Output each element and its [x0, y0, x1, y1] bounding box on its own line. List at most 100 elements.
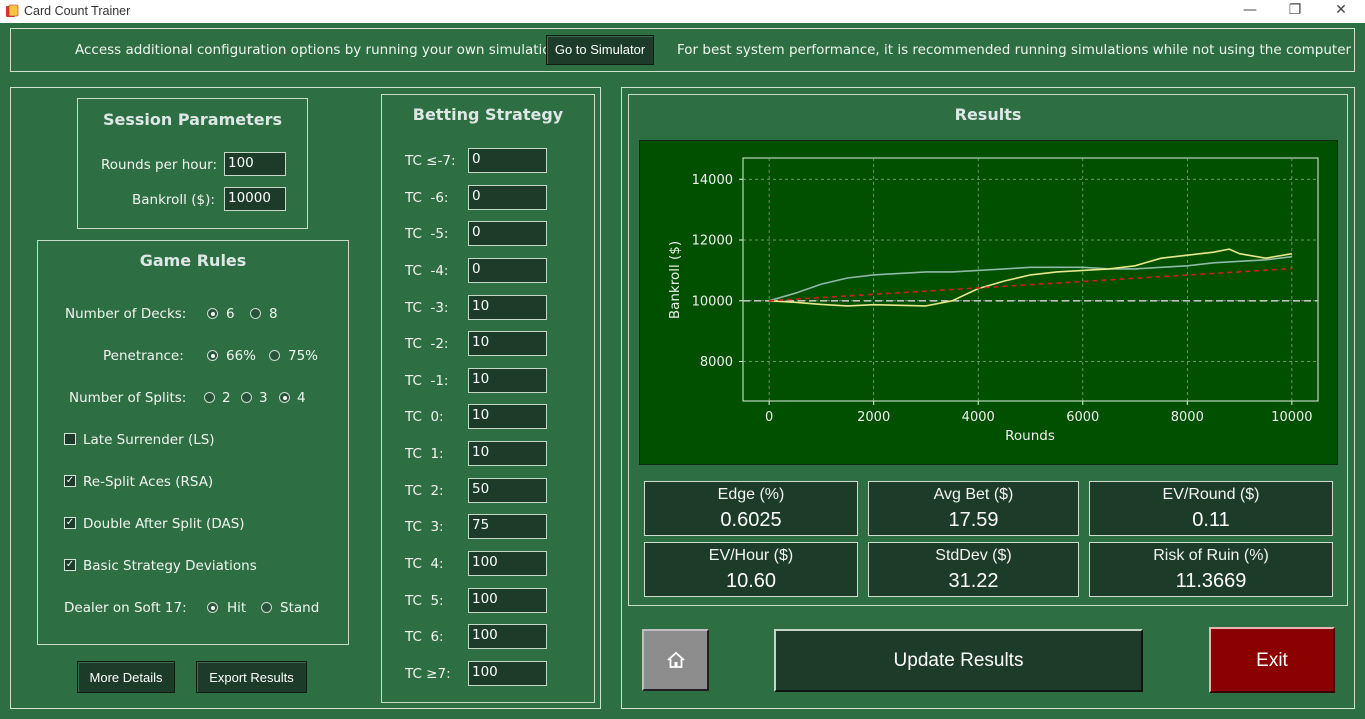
x-tick-label: 0	[765, 410, 773, 425]
penetrance-75-radio[interactable]	[269, 350, 280, 361]
tc-label-5: TC -2:	[405, 336, 449, 352]
more-details-button[interactable]: More Details	[77, 661, 175, 693]
x-tick-label: 4000	[962, 410, 995, 425]
y-axis-label: Bankroll ($)	[667, 241, 683, 319]
update-results-button[interactable]: Update Results	[774, 629, 1143, 692]
tc-label-11: TC 4:	[405, 556, 444, 572]
tc-label-1: TC -6:	[405, 190, 449, 206]
results-title: Results	[954, 105, 1022, 124]
x-tick-label: 10000	[1271, 410, 1312, 425]
double-after-split-label: Double After Split (DAS)	[83, 516, 245, 532]
exit-button[interactable]: Exit	[1209, 627, 1335, 693]
home-icon	[667, 651, 685, 668]
tc-bet-input-11[interactable]: 100	[468, 551, 547, 576]
dealer-soft17-label: Dealer on Soft 17:	[64, 600, 187, 616]
tc-label-14: TC ≥7:	[405, 666, 451, 682]
x-tick-label: 6000	[1066, 410, 1099, 425]
tc-bet-input-3[interactable]: 0	[468, 258, 547, 283]
x-tick-label: 8000	[1171, 410, 1204, 425]
resplit-aces-label: Re-Split Aces (RSA)	[83, 474, 214, 490]
tc-bet-input-12[interactable]: 100	[468, 588, 547, 613]
stat-box-2: EV/Round ($) 0.11	[1089, 481, 1333, 536]
basic-strategy-deviations-checkbox[interactable]: ✓	[64, 559, 76, 571]
x-axis-label: Rounds	[1005, 428, 1055, 444]
session-parameters-title: Session Parameters	[102, 110, 283, 129]
stat-label-3: EV/Hour ($)	[708, 547, 794, 564]
decks-8-label: 8	[269, 306, 278, 322]
go-to-simulator-button[interactable]: Go to Simulator	[546, 35, 654, 65]
tc-label-8: TC 1:	[405, 446, 444, 462]
decks-6-radio[interactable]	[207, 308, 218, 319]
bankroll-label: Bankroll ($):	[132, 192, 215, 208]
late-surrender-checkbox[interactable]	[64, 433, 76, 445]
splits-2-label: 2	[222, 390, 231, 406]
tc-bet-input-10[interactable]: 75	[468, 514, 547, 539]
stat-value-2: 0.11	[1192, 509, 1230, 531]
close-button[interactable]: ✕	[1318, 0, 1364, 23]
banner-left-text: Access additional configuration options …	[75, 42, 567, 58]
maximize-button[interactable]: ❐	[1272, 0, 1318, 23]
stat-box-0: Edge (%) 0.6025	[644, 481, 858, 536]
penetrance-66-radio[interactable]	[207, 350, 218, 361]
splits-2-radio[interactable]	[204, 392, 215, 403]
home-button[interactable]	[642, 629, 709, 691]
stat-box-3: EV/Hour ($) 10.60	[644, 542, 858, 597]
number-of-decks-label: Number of Decks:	[65, 306, 187, 322]
stat-label-1: Avg Bet ($)	[933, 486, 1014, 503]
tc-bet-input-1[interactable]: 0	[468, 185, 547, 210]
tc-bet-input-14[interactable]: 100	[468, 661, 547, 686]
stat-value-3: 10.60	[725, 570, 777, 592]
stat-value-5: 11.3669	[1175, 570, 1247, 592]
tc-label-6: TC -1:	[405, 373, 449, 389]
late-surrender-label: Late Surrender (LS)	[83, 432, 215, 448]
stat-value-1: 17.59	[948, 509, 999, 531]
tc-bet-input-9[interactable]: 50	[468, 478, 547, 503]
number-of-splits-label: Number of Splits:	[69, 390, 187, 406]
tc-bet-input-7[interactable]: 10	[468, 404, 547, 429]
y-tick-label: 8000	[700, 355, 733, 370]
stat-label-2: EV/Round ($)	[1162, 486, 1260, 503]
splits-3-radio[interactable]	[241, 392, 252, 403]
tc-bet-input-2[interactable]: 0	[468, 221, 547, 246]
tc-label-4: TC -3:	[405, 300, 449, 316]
stat-value-0: 0.6025	[720, 509, 782, 531]
soft17-stand-radio[interactable]	[261, 602, 272, 613]
window-title: Card Count Trainer	[24, 4, 131, 18]
splits-4-radio[interactable]	[279, 392, 290, 403]
tc-bet-input-4[interactable]: 10	[468, 295, 547, 320]
tc-bet-input-13[interactable]: 100	[468, 624, 547, 649]
tc-label-2: TC -5:	[405, 226, 449, 242]
soft17-hit-label: Hit	[227, 600, 247, 616]
tc-bet-input-8[interactable]: 10	[468, 441, 547, 466]
splits-3-label: 3	[259, 390, 268, 406]
app-icon	[6, 4, 19, 17]
resplit-aces-checkbox[interactable]: ✓	[64, 475, 76, 487]
x-tick-label: 2000	[857, 410, 890, 425]
splits-4-label: 4	[297, 390, 306, 406]
penetrance-label: Penetrance:	[103, 348, 184, 364]
soft17-stand-label: Stand	[280, 600, 320, 616]
rounds-per-hour-input[interactable]: 100	[224, 152, 286, 176]
tc-label-12: TC 5:	[405, 593, 444, 609]
stat-box-4: StdDev ($) 31.22	[868, 542, 1079, 597]
game-rules-title: Game Rules	[139, 251, 247, 270]
stat-box-5: Risk of Ruin (%) 11.3669	[1089, 542, 1333, 597]
bankroll-input[interactable]: 10000	[224, 187, 286, 211]
tc-bet-input-5[interactable]: 10	[468, 331, 547, 356]
banner-right-text: For best system performance, it is recom…	[677, 42, 1352, 58]
stat-value-4: 31.22	[948, 570, 999, 592]
stat-label-0: Edge (%)	[717, 486, 785, 503]
tc-label-7: TC 0:	[405, 409, 444, 425]
tc-bet-input-0[interactable]: 0	[468, 148, 547, 173]
soft17-hit-radio[interactable]	[207, 602, 218, 613]
penetrance-66-label: 66%	[226, 348, 257, 364]
decks-8-radio[interactable]	[250, 308, 261, 319]
rounds-per-hour-label: Rounds per hour:	[101, 157, 217, 173]
export-results-button[interactable]: Export Results	[196, 661, 307, 693]
decks-6-label: 6	[226, 306, 235, 322]
minimize-button[interactable]: —	[1227, 0, 1273, 23]
penetrance-75-label: 75%	[288, 348, 319, 364]
tc-bet-input-6[interactable]: 10	[468, 368, 547, 393]
tc-label-10: TC 3:	[405, 519, 444, 535]
double-after-split-checkbox[interactable]: ✓	[64, 517, 76, 529]
